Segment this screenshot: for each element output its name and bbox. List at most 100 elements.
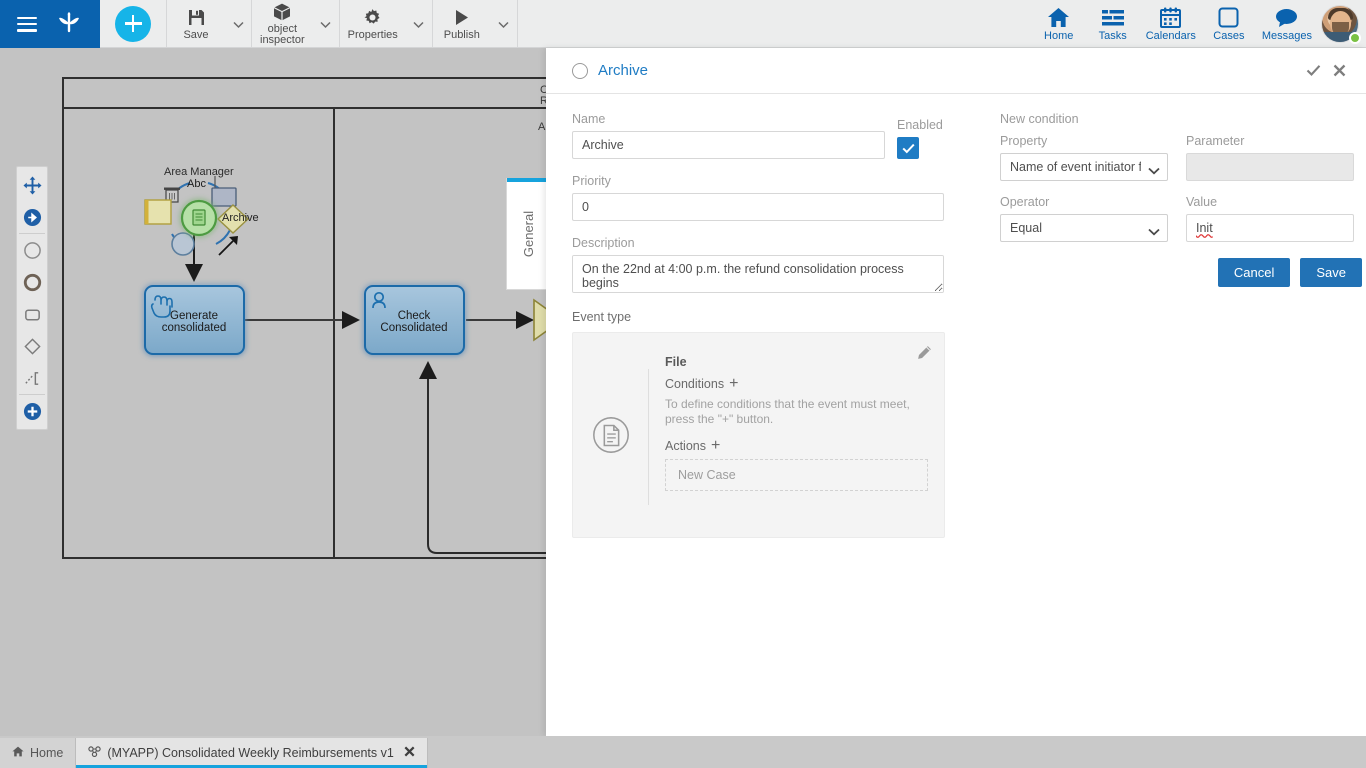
nav-calendars[interactable]: Calendars bbox=[1140, 0, 1202, 47]
toolbar-group-publish: Publish bbox=[432, 0, 517, 47]
top-toolbar: Save object inspector Properti bbox=[0, 0, 1366, 48]
add-action-button[interactable]: + bbox=[711, 440, 720, 452]
sequence-flow-icon[interactable] bbox=[16, 201, 48, 233]
enabled-checkbox[interactable] bbox=[897, 137, 919, 159]
property-select[interactable] bbox=[1000, 153, 1168, 181]
object-inspector-dropdown-caret[interactable] bbox=[313, 0, 339, 47]
left-tool-palette bbox=[16, 166, 48, 430]
calendar-icon bbox=[1160, 5, 1181, 28]
value-label: Value bbox=[1186, 195, 1354, 209]
close-icon[interactable] bbox=[1326, 58, 1352, 84]
bottom-bar-filler bbox=[428, 738, 1366, 768]
object-inspector-button[interactable]: object inspector bbox=[252, 0, 313, 47]
properties-button[interactable]: Properties bbox=[340, 0, 406, 47]
event-type-group: Event type bbox=[572, 310, 972, 538]
condition-buttons: Cancel Save bbox=[1000, 258, 1362, 287]
value-text: Init bbox=[1196, 221, 1213, 235]
global-nav: Home Tasks Calendars Cases bbox=[1032, 0, 1366, 47]
description-textarea[interactable]: On the 22nd at 4:00 p.m. the refund cons… bbox=[572, 255, 944, 293]
description-label: Description bbox=[572, 236, 972, 250]
move-tool-icon[interactable] bbox=[16, 169, 48, 201]
conditions-label: Conditions bbox=[665, 377, 724, 391]
radial-event-shape-icon bbox=[172, 233, 194, 255]
property-field-group: Property bbox=[1000, 134, 1168, 181]
home-small-icon bbox=[12, 746, 24, 760]
archive-event-dialog: Archive Name Enabled bbox=[546, 48, 1366, 736]
shape-task-generate-consolidated: Generate consolidated bbox=[145, 286, 244, 354]
condition-row-2: Operator Value Init bbox=[1000, 195, 1362, 242]
radial-task-shape-icon bbox=[212, 188, 236, 206]
action-item-new-case[interactable]: New Case bbox=[665, 459, 928, 491]
operator-select-wrap bbox=[1000, 214, 1168, 242]
nav-home-label: Home bbox=[1044, 30, 1073, 42]
radio-unselected-icon[interactable] bbox=[572, 63, 588, 79]
publish-label: Publish bbox=[444, 30, 480, 42]
end-event-icon[interactable] bbox=[16, 266, 48, 298]
nav-calendars-label: Calendars bbox=[1146, 30, 1196, 42]
bottom-tab-home-label: Home bbox=[30, 746, 63, 760]
task-icon[interactable] bbox=[16, 298, 48, 330]
svg-text:Check: Check bbox=[398, 310, 431, 322]
priority-label: Priority bbox=[572, 174, 972, 188]
bottom-tab-home[interactable]: Home bbox=[0, 738, 76, 768]
nav-messages-label: Messages bbox=[1262, 30, 1312, 42]
app-root: Save object inspector Properti bbox=[0, 0, 1366, 768]
priority-field-group: Priority bbox=[572, 174, 972, 221]
nav-home[interactable]: Home bbox=[1032, 0, 1086, 47]
start-event-icon[interactable] bbox=[16, 234, 48, 266]
event-icon-column bbox=[573, 355, 648, 519]
annotation-icon[interactable] bbox=[16, 362, 48, 394]
nav-tasks[interactable]: Tasks bbox=[1086, 0, 1140, 47]
message-bubble-icon bbox=[1275, 5, 1298, 28]
svg-text:consolidated: consolidated bbox=[162, 322, 227, 334]
bizagi-logo-icon[interactable] bbox=[54, 9, 84, 39]
home-icon bbox=[1047, 5, 1070, 28]
bottom-tab-bar: Home (MYAPP) Consolidated Weekly Reimbur… bbox=[0, 736, 1366, 768]
dialog-title: Archive bbox=[598, 62, 1300, 79]
properties-side-tab[interactable]: General bbox=[506, 178, 548, 290]
event-type-card: File Conditions + To define conditions t… bbox=[572, 332, 945, 538]
brand-area bbox=[0, 0, 100, 48]
close-small-icon[interactable] bbox=[404, 746, 415, 760]
property-label: Property bbox=[1000, 134, 1168, 148]
name-field-group: Name bbox=[572, 112, 885, 159]
value-input-wrap: Init bbox=[1186, 214, 1354, 242]
add-condition-button[interactable]: + bbox=[729, 378, 738, 390]
cancel-button[interactable]: Cancel bbox=[1218, 258, 1290, 287]
side-tab-label: General bbox=[507, 178, 549, 290]
nav-messages[interactable]: Messages bbox=[1256, 0, 1318, 47]
shape-start-event-archive bbox=[182, 201, 216, 235]
property-select-wrap bbox=[1000, 153, 1168, 181]
avatar[interactable] bbox=[1318, 0, 1362, 47]
gateway-icon[interactable] bbox=[16, 330, 48, 362]
gear-icon bbox=[363, 6, 382, 28]
bottom-tab-process[interactable]: (MYAPP) Consolidated Weekly Reimbursemen… bbox=[76, 738, 427, 768]
priority-input[interactable] bbox=[572, 193, 944, 221]
pencil-icon[interactable] bbox=[917, 345, 932, 365]
save-condition-button[interactable]: Save bbox=[1300, 258, 1362, 287]
operator-select[interactable] bbox=[1000, 214, 1168, 242]
publish-button[interactable]: Publish bbox=[433, 0, 491, 47]
event-card-title: File bbox=[665, 355, 928, 369]
hamburger-icon[interactable] bbox=[17, 17, 37, 32]
save-button[interactable]: Save bbox=[167, 0, 225, 47]
actions-row: Actions + bbox=[665, 439, 928, 453]
value-input[interactable]: Init bbox=[1186, 214, 1354, 242]
enabled-label: Enabled bbox=[897, 118, 957, 132]
add-element-icon[interactable] bbox=[16, 395, 48, 427]
properties-dropdown-caret[interactable] bbox=[406, 0, 432, 47]
toolbar-group-properties: Properties bbox=[339, 0, 432, 47]
cases-icon bbox=[1218, 5, 1239, 28]
lane-header-text: A bbox=[538, 121, 546, 133]
svg-text:Consolidated: Consolidated bbox=[380, 322, 447, 334]
publish-dropdown-caret[interactable] bbox=[491, 0, 517, 47]
conditions-row: Conditions + bbox=[665, 377, 928, 391]
nav-cases[interactable]: Cases bbox=[1202, 0, 1256, 47]
confirm-check-icon[interactable] bbox=[1300, 58, 1326, 84]
save-dropdown-caret[interactable] bbox=[225, 0, 251, 47]
name-input[interactable] bbox=[572, 131, 885, 159]
event-type-label: Event type bbox=[572, 310, 972, 324]
shape-start-event-label: Archive bbox=[222, 212, 259, 224]
event-card-content: File Conditions + To define conditions t… bbox=[649, 355, 944, 519]
add-new-button[interactable] bbox=[115, 6, 151, 42]
